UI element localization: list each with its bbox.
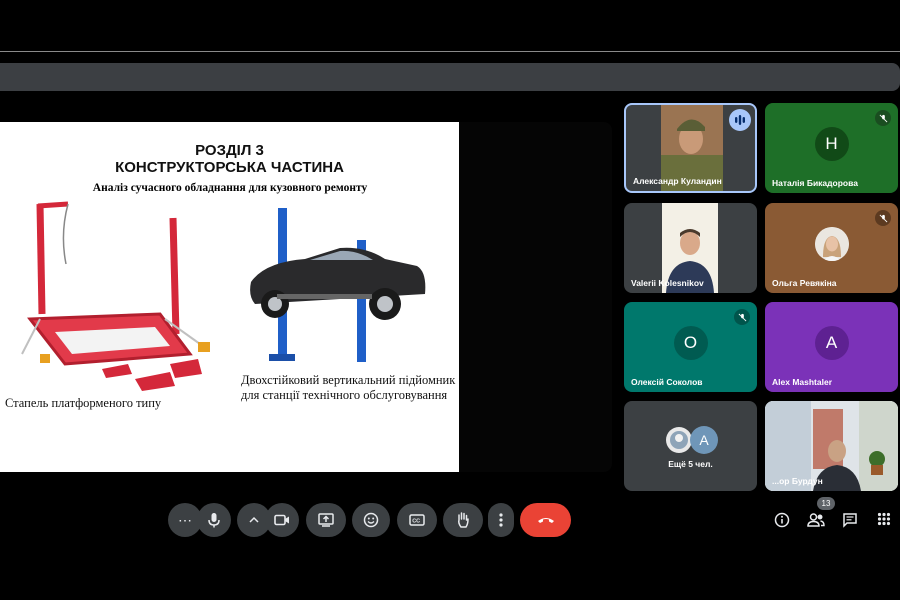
- presentation-slide: РОЗДІЛ 3 КОНСТРУКТОРСЬКА ЧАСТИНА Аналіз …: [0, 122, 459, 472]
- present-screen-icon: [318, 513, 334, 527]
- slide-caption-right: Двохстійковий вертикальний підйомник для…: [241, 373, 455, 403]
- participant-name: Ольга Ревякіна: [772, 278, 837, 288]
- svg-text:CC: CC: [412, 519, 420, 525]
- mic-off-icon: [734, 309, 750, 325]
- participant-avatar-initial: A: [690, 426, 718, 454]
- participant-tile-6[interactable]: A Alex Mashtaler: [765, 302, 898, 392]
- participant-name: Valerii Kolesnikov: [631, 278, 704, 288]
- people-count-badge: 13: [817, 497, 835, 510]
- participant-tile-2[interactable]: Н Наталія Бикадорова: [765, 103, 898, 193]
- people-icon[interactable]: [807, 512, 825, 528]
- end-call-button[interactable]: [520, 503, 571, 537]
- end-call-icon: [537, 518, 554, 523]
- more-participants-label: Ещё 5 чел.: [668, 459, 713, 469]
- participant-name: Александр Куландин: [633, 176, 722, 186]
- participant-name: ...ор Бурдун: [772, 476, 823, 486]
- more-vert-button[interactable]: [488, 503, 514, 537]
- participant-avatar-small: [666, 427, 692, 453]
- frame-machine-image: [21, 201, 210, 391]
- camera-button[interactable]: [265, 503, 299, 537]
- more-options-icon: ⋯: [178, 512, 192, 528]
- mic-off-icon: [875, 110, 891, 126]
- slide-caption-right-line1: Двохстійковий вертикальний підйомник: [241, 373, 456, 387]
- present-screen-button[interactable]: [306, 503, 346, 537]
- mic-off-icon: [875, 210, 891, 226]
- participant-avatar: Н: [814, 127, 849, 162]
- raise-hand-icon: [458, 512, 469, 528]
- info-icon[interactable]: [774, 512, 790, 528]
- participant-avatar: A: [814, 326, 849, 361]
- participant-tile-1[interactable]: Александр Куландин: [624, 103, 757, 193]
- activities-icon[interactable]: [877, 512, 891, 526]
- microphone-icon: [208, 513, 220, 528]
- participant-avatar: О: [673, 326, 708, 361]
- chat-icon[interactable]: [842, 512, 858, 528]
- top-banner: [0, 63, 900, 91]
- chevron-up-icon: [249, 516, 259, 523]
- raise-hand-button[interactable]: [443, 503, 483, 537]
- slide-title-line2: КОНСТРУКТОРСЬКА ЧАСТИНА: [115, 159, 344, 176]
- participant-avatar: [814, 227, 849, 262]
- captions-icon: CC: [409, 514, 425, 526]
- participant-tile-8[interactable]: ...ор Бурдун: [765, 401, 898, 491]
- camera-icon: [274, 514, 289, 526]
- participant-tile-4[interactable]: Ольга Ревякіна: [765, 203, 898, 293]
- participant-tile-3[interactable]: Valerii Kolesnikov: [624, 203, 757, 293]
- more-vert-icon: [499, 513, 503, 527]
- car-lift-image: [250, 208, 426, 362]
- microphone-button[interactable]: [197, 503, 231, 537]
- speaking-indicator-icon: [729, 109, 751, 131]
- top-divider: [0, 51, 900, 52]
- participant-name: Наталія Бикадорова: [772, 178, 858, 188]
- emoji-icon: [363, 512, 379, 528]
- slide-caption-right-line2: для станції технічного обслуговування: [241, 388, 448, 402]
- slide-title-line1: РОЗДІЛ 3: [195, 142, 264, 159]
- more-participants-tile[interactable]: A Ещё 5 чел.: [624, 401, 757, 491]
- captions-button[interactable]: CC: [397, 503, 437, 537]
- emoji-button[interactable]: [352, 503, 390, 537]
- participant-name: Олексій Соколов: [631, 377, 703, 387]
- slide-subtitle: Аналіз сучасного обладнання для кузовног…: [92, 182, 368, 194]
- slide-caption-left: Стапель платформеного типу: [5, 396, 162, 410]
- participant-name: Alex Mashtaler: [772, 377, 832, 387]
- participant-tile-5[interactable]: О Олексій Соколов: [624, 302, 757, 392]
